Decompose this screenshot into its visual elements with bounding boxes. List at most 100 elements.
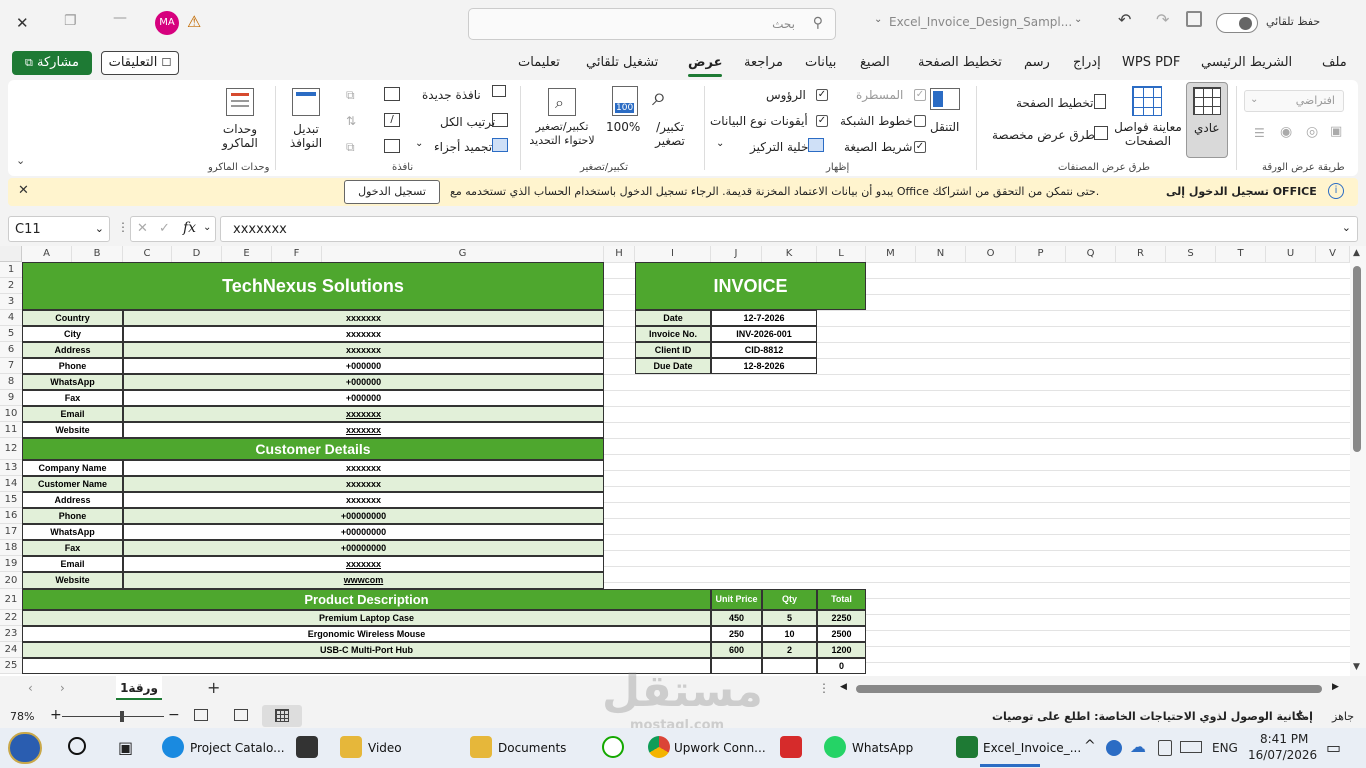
- column-header[interactable]: G: [322, 246, 604, 262]
- company-label[interactable]: Website: [22, 422, 123, 438]
- menu-home[interactable]: الشريط الرئيسي: [1201, 55, 1292, 70]
- share-button[interactable]: ⧉ مشاركة: [12, 51, 92, 75]
- customer-value[interactable]: +00000000: [123, 524, 604, 540]
- zoom-100-button[interactable]: 100%: [606, 120, 640, 134]
- restore-window-button[interactable]: ❐: [64, 13, 77, 29]
- menu-formulas[interactable]: الصيغ: [860, 55, 890, 70]
- row-header[interactable]: 4: [0, 310, 22, 326]
- clock-time[interactable]: 8:41 PM: [1260, 732, 1308, 746]
- file-name[interactable]: Excel_Invoice_Design_Sampl...: [889, 15, 1072, 29]
- gridlines-checkbox[interactable]: [914, 115, 926, 127]
- product-qty[interactable]: 2: [762, 642, 817, 658]
- company-title[interactable]: TechNexus Solutions: [22, 262, 604, 310]
- customer-label[interactable]: Phone: [22, 508, 123, 524]
- menu-data[interactable]: بيانات: [805, 55, 836, 70]
- column-header[interactable]: T: [1216, 246, 1266, 262]
- accessibility-status[interactable]: إمكانية الوصول لذوي الاحتياجات الخاصة: ا…: [992, 710, 1313, 723]
- taskbar-item-whatsapp[interactable]: WhatsApp: [852, 734, 913, 762]
- tabs-more-icon[interactable]: ⋮: [818, 681, 830, 695]
- customer-label[interactable]: Company Name: [22, 460, 123, 476]
- row-header[interactable]: 23: [0, 626, 22, 642]
- customer-label[interactable]: Website: [22, 572, 123, 589]
- navigation-icon[interactable]: [930, 88, 960, 110]
- menu-view[interactable]: عرض: [688, 55, 722, 70]
- zoom-out-icon[interactable]: −: [168, 707, 180, 723]
- row-header[interactable]: 18: [0, 540, 22, 556]
- row-header[interactable]: 2: [0, 278, 22, 294]
- product-qty[interactable]: 5: [762, 610, 817, 626]
- taskbar-item-video[interactable]: Video: [368, 734, 402, 762]
- product-unit-price[interactable]: 600: [711, 642, 762, 658]
- meta-label[interactable]: Invoice No.: [635, 326, 711, 342]
- horizontal-scrollbar[interactable]: ◀ ▶: [840, 682, 1346, 696]
- taskbar-item-project[interactable]: Project Catalo...: [190, 734, 285, 762]
- company-value[interactable]: xxxxxxx: [123, 406, 604, 422]
- navigation-button[interactable]: التنقل: [930, 120, 959, 134]
- column-header[interactable]: N: [916, 246, 966, 262]
- scroll-thumb[interactable]: [1353, 266, 1361, 452]
- row-header[interactable]: 14: [0, 476, 22, 492]
- minimize-window-button[interactable]: —: [113, 10, 127, 26]
- company-value[interactable]: xxxxxxx: [123, 326, 604, 342]
- zoom-level[interactable]: 78%: [10, 710, 34, 723]
- collapse-ribbon-icon[interactable]: ⌄: [16, 154, 25, 167]
- row-header[interactable]: 24: [0, 642, 22, 658]
- sheet-view-dropdown[interactable]: ⌄ افتراضي: [1244, 90, 1344, 112]
- company-label[interactable]: Fax: [22, 390, 123, 406]
- menu-insert[interactable]: إدراج: [1073, 55, 1101, 70]
- wps-icon[interactable]: [780, 736, 802, 758]
- row-header[interactable]: 19: [0, 556, 22, 572]
- macros-button[interactable]: وحدات الماكرو: [218, 122, 262, 150]
- column-header[interactable]: C: [123, 246, 172, 262]
- zoom-selection-button[interactable]: تكبير/تصغير لاحتواء التحديد: [522, 120, 602, 148]
- meta-label[interactable]: Due Date: [635, 358, 711, 374]
- customer-value[interactable]: xxxxxxx: [123, 476, 604, 492]
- macros-icon[interactable]: [226, 88, 254, 116]
- page-layout-view-icon[interactable]: [234, 709, 248, 721]
- normal-view-status-button[interactable]: [262, 705, 302, 727]
- tray-icon-3[interactable]: [1158, 740, 1172, 756]
- meta-value[interactable]: INV-2026-001: [711, 326, 817, 342]
- company-label[interactable]: Email: [22, 406, 123, 422]
- scroll-down-icon[interactable]: ▼: [1353, 662, 1360, 672]
- row-header[interactable]: 8: [0, 374, 22, 390]
- whatsapp-icon[interactable]: [824, 736, 846, 758]
- taskbar-item-documents[interactable]: Documents: [498, 734, 566, 762]
- headings-checkbox[interactable]: ✓: [816, 89, 828, 101]
- column-header[interactable]: H: [604, 246, 635, 262]
- select-all-corner[interactable]: [0, 246, 22, 262]
- customize-qat-icon[interactable]: ⌄: [1074, 14, 1082, 25]
- notifications-icon[interactable]: ▭: [1326, 738, 1341, 757]
- normal-view-button[interactable]: عادي: [1186, 82, 1228, 158]
- page-break-view-icon[interactable]: [194, 709, 208, 721]
- column-header[interactable]: J: [711, 246, 762, 262]
- next-sheet-icon[interactable]: ›: [60, 681, 65, 695]
- avatar[interactable]: MA: [155, 11, 179, 35]
- calendar-app-icon[interactable]: [296, 736, 318, 758]
- page-break-icon[interactable]: [1132, 86, 1162, 116]
- excel-icon[interactable]: [956, 736, 978, 758]
- switch-windows-icon[interactable]: [292, 88, 320, 116]
- page-layout-button[interactable]: تخطيط الصفحة: [1016, 96, 1093, 110]
- company-label[interactable]: Phone: [22, 358, 123, 374]
- company-label[interactable]: Country: [22, 310, 123, 326]
- worksheet[interactable]: ABCDEFGHIJKLMNOPQRSTUV 1 2 3 4 5 6 7 8 9 10 11 12 13…: [0, 246, 1366, 676]
- folder-icon[interactable]: [340, 736, 362, 758]
- product-total[interactable]: 2250: [817, 610, 866, 626]
- comments-button[interactable]: التعليقات ☐: [101, 51, 179, 75]
- menu-help[interactable]: تعليمات: [518, 55, 560, 70]
- sign-in-button[interactable]: تسجيل الدخول: [344, 180, 440, 204]
- scroll-left-icon[interactable]: ◀: [840, 682, 847, 692]
- column-header[interactable]: M: [866, 246, 916, 262]
- product-total[interactable]: 0: [817, 658, 866, 674]
- warning-icon[interactable]: ⚠: [187, 12, 201, 31]
- company-value[interactable]: +000000: [123, 390, 604, 406]
- invoice-title[interactable]: INVOICE: [635, 262, 866, 310]
- qty-header[interactable]: Qty: [762, 589, 817, 610]
- zoom-100-icon[interactable]: 100: [612, 86, 638, 116]
- column-header[interactable]: F: [272, 246, 322, 262]
- row-header[interactable]: 13: [0, 460, 22, 476]
- product-unit-price[interactable]: [711, 658, 762, 674]
- tray-icon-1[interactable]: [1106, 740, 1122, 756]
- cancel-entry-icon[interactable]: ✕: [137, 221, 148, 236]
